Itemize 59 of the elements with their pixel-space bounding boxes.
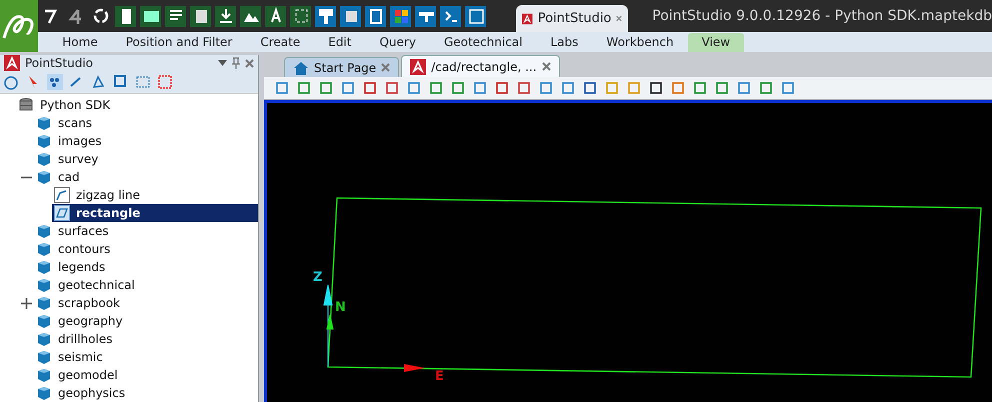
tree-item[interactable]: rectangle — [52, 204, 258, 222]
menu-tab[interactable]: Create — [246, 33, 314, 52]
tree-item[interactable]: geomodel — [34, 366, 258, 384]
point-select-icon — [47, 74, 63, 90]
home-icon — [293, 60, 309, 76]
database-icon — [18, 97, 34, 113]
document-tab[interactable]: Start Page — [284, 57, 400, 77]
toolbar-button[interactable] — [440, 6, 462, 26]
menu-tab[interactable]: Workbench — [592, 33, 688, 52]
tree-item[interactable]: drillholes — [34, 330, 258, 348]
tree-item[interactable]: geography — [34, 312, 258, 330]
menu-tab[interactable]: Query — [365, 33, 430, 52]
polygon-icon — [54, 205, 70, 221]
expand-icon[interactable] — [20, 298, 32, 308]
toolbar-button[interactable] — [240, 6, 262, 26]
menu-tab[interactable]: Labs — [536, 33, 592, 52]
toolbar-button[interactable] — [215, 6, 236, 26]
app-logo-icon — [4, 55, 20, 71]
tree-item[interactable]: surfaces — [34, 222, 258, 240]
close-icon[interactable] — [542, 62, 551, 71]
axis-label: E — [435, 369, 444, 384]
tree-item[interactable]: seismic — [34, 348, 258, 366]
e-axis-arrow — [404, 364, 425, 372]
menu-tab[interactable]: Edit — [314, 33, 366, 52]
tree-item[interactable]: cad — [34, 168, 258, 186]
close-icon[interactable] — [381, 63, 390, 72]
tree-item[interactable]: survey — [34, 150, 258, 168]
rectangle-select-icon — [113, 74, 129, 90]
toolbar-button[interactable] — [390, 6, 412, 26]
tree-item[interactable]: scans — [34, 114, 258, 132]
n-axis-arrow — [326, 314, 334, 330]
panel-title: PointStudio — [25, 56, 94, 70]
toolbar-button[interactable] — [165, 6, 186, 26]
document-tab[interactable]: /cad/rectangle, ... — [401, 55, 560, 77]
tree-item[interactable]: zigzag line — [52, 186, 258, 204]
close-icon[interactable] — [616, 14, 622, 23]
tree-item[interactable]: contours — [34, 240, 258, 258]
tree-item[interactable]: Python SDK — [16, 96, 258, 114]
tree-item[interactable]: scrapbook — [34, 294, 258, 312]
toolbar-button[interactable] — [265, 6, 286, 26]
axis-label: Z — [313, 270, 322, 285]
marquee-icon — [135, 74, 151, 90]
axis-label: N — [335, 300, 346, 315]
menu-tab[interactable]: Geotechnical — [430, 33, 536, 52]
menu-tab[interactable]: Position and Filter — [112, 33, 246, 52]
polygon-select-icon — [91, 74, 107, 90]
window-title: PointStudio 9.0.0.12926 - Python SDK.maptekdb — [652, 8, 992, 24]
tree-item[interactable]: legends — [34, 258, 258, 276]
close-icon[interactable] — [245, 58, 254, 68]
tree-item[interactable]: geotechnical — [34, 276, 258, 294]
app-tab[interactable]: PointStudio — [516, 5, 628, 32]
viewport[interactable]: Z N E — [264, 100, 992, 402]
dropdown-icon[interactable] — [218, 60, 227, 66]
tree-item[interactable]: images — [34, 132, 258, 150]
app-logo-icon — [410, 58, 426, 74]
menu-tab[interactable]: Home — [48, 33, 112, 52]
menu-tab[interactable]: View — [688, 33, 744, 52]
polyline-icon — [54, 187, 70, 203]
tree-item[interactable]: geophysics — [34, 384, 258, 402]
